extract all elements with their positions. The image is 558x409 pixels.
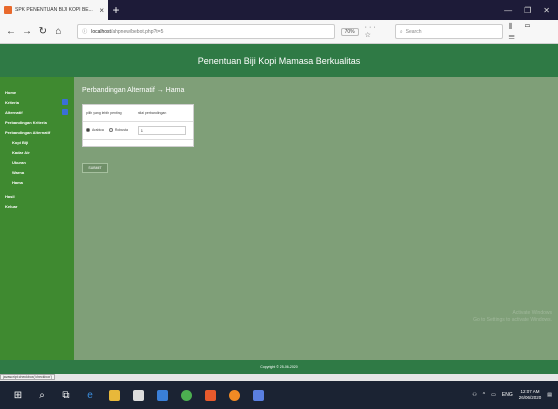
- choice-cell: Arabica Robusta: [83, 121, 135, 140]
- sidebar-subitem-kopi-biji[interactable]: Kopi Biji: [0, 137, 74, 147]
- sidebar-item-label: Ukuran: [12, 160, 26, 165]
- radio-arabica[interactable]: [86, 128, 90, 133]
- badge-icon: [62, 99, 68, 105]
- url-host: localhost: [91, 28, 111, 35]
- badge-icon: [62, 109, 68, 115]
- table-row: Arabica Robusta 1: [83, 121, 193, 140]
- zoom-level[interactable]: 70%: [340, 27, 359, 36]
- sidebar-item-hasil[interactable]: Hasil: [0, 191, 74, 201]
- search-placeholder: Search: [405, 28, 422, 35]
- watermark-line: Activate Windows: [512, 310, 552, 316]
- main-content: Perbandingan Alternatif → Hama pilih yan…: [74, 77, 558, 360]
- sidebar-subitem-hama[interactable]: Hama: [0, 177, 74, 187]
- sidebar-item-perbandingan-alternatif[interactable]: Perbandingan Alternatif: [0, 127, 74, 137]
- window-controls: — ❐ ✕: [504, 0, 558, 20]
- taskbar: ⊞ ⌕ ⧉ e ⚇ ^ ▭ ENG 12:07 AM 26/06/2020 ▤: [0, 381, 558, 409]
- sidebar-item-kriteria[interactable]: Kriteria: [0, 97, 74, 107]
- sidebar-item-label: Kadar Air: [12, 150, 30, 155]
- submit-button[interactable]: SUBMIT: [82, 163, 108, 173]
- status-text: javascript:checkbox('checkbox'): [0, 374, 55, 380]
- page-title: Penentuan Biji Kopi Mamasa Berkualitas: [197, 55, 361, 66]
- content-heading: Perbandingan Alternatif → Hama: [82, 87, 185, 94]
- sidebar-item-label: Hasil: [5, 194, 15, 199]
- radio-robusta[interactable]: [108, 128, 113, 133]
- column-header: nilai perbandingan: [134, 105, 193, 122]
- sidebar-item-label: Keluar: [5, 204, 18, 209]
- comparison-value-input[interactable]: 1: [137, 125, 186, 135]
- page-actions-icon[interactable]: ··· ☆: [365, 24, 389, 39]
- firefox-icon[interactable]: [222, 384, 246, 406]
- sidebar-item-keluar[interactable]: Keluar: [0, 201, 74, 211]
- network-icon[interactable]: ▭: [491, 392, 496, 398]
- home-icon[interactable]: ⌂: [54, 26, 64, 37]
- sidebar-subitem-ukuran[interactable]: Ukuran: [0, 157, 74, 167]
- language-indicator[interactable]: ENG: [502, 392, 513, 398]
- search-icon[interactable]: ⌕: [30, 384, 54, 406]
- option-label: Arabica: [92, 127, 104, 132]
- favicon-icon: [4, 6, 12, 14]
- sidebar-subitem-warna[interactable]: Warna: [0, 167, 74, 177]
- sidebar-item-label: Warna: [12, 170, 25, 175]
- sidebar-item-home[interactable]: Home: [0, 87, 74, 97]
- page-footer: Copyright © 25-06-2020: [0, 360, 558, 374]
- sidebar-item-label: Hama: [12, 180, 23, 185]
- notification-icon[interactable]: ▤: [547, 392, 552, 398]
- table-header-row: pilih yang lebih penting nilai perbandin…: [83, 105, 193, 122]
- url-bar[interactable]: ⓘ localhost/ahpnew/bebot.php?t=5: [77, 24, 335, 39]
- file-explorer-icon[interactable]: [102, 384, 126, 406]
- close-window-icon[interactable]: ✕: [543, 6, 550, 15]
- mail-icon[interactable]: [150, 384, 174, 406]
- sidebar-item-label: Home: [5, 90, 17, 95]
- back-icon[interactable]: ←: [6, 26, 16, 37]
- clock[interactable]: 12:07 AM 26/06/2020: [519, 389, 542, 401]
- page-header: Penentuan Biji Kopi Mamasa Berkualitas: [0, 44, 558, 77]
- toolbar-icons[interactable]: ⫴ ▭ ☰: [509, 22, 552, 42]
- people-icon[interactable]: ⚇: [472, 392, 476, 398]
- sidebar-item-perbandingan-kriteria[interactable]: Perbandingan Kriteria: [0, 117, 74, 127]
- start-icon[interactable]: ⊞: [6, 384, 30, 406]
- new-tab-button[interactable]: +: [108, 0, 124, 20]
- edge-icon[interactable]: e: [78, 384, 102, 406]
- comparison-table: pilih yang lebih penting nilai perbandin…: [83, 105, 193, 140]
- sidebar-item-alternatif[interactable]: Alternatif: [0, 107, 74, 117]
- watermark-line: Go to Settings to activate Windows.: [473, 317, 552, 323]
- browser-tab-bar: SPK PENENTUAN BIJI KOPI BE... × + — ❐ ✕: [0, 0, 558, 20]
- minimize-icon[interactable]: —: [504, 6, 512, 15]
- search-icon: ⌕: [399, 28, 403, 35]
- chrome-icon[interactable]: [174, 384, 198, 406]
- sidebar: Home Kriteria Alternatif Perbandingan Kr…: [0, 77, 74, 360]
- comparison-form: pilih yang lebih penting nilai perbandin…: [82, 104, 194, 147]
- sidebar-item-label: Kopi Biji: [12, 140, 29, 145]
- sidebar-subitem-kadar-air[interactable]: Kadar Air: [0, 147, 74, 157]
- clock-date: 26/06/2020: [518, 395, 542, 400]
- column-header: pilih yang lebih penting: [83, 105, 135, 122]
- web-page: Penentuan Biji Kopi Mamasa Berkualitas H…: [0, 44, 558, 374]
- url-path: /ahpnew/bebot.php?t=5: [110, 28, 164, 35]
- maximize-icon[interactable]: ❐: [524, 6, 531, 15]
- system-tray: ⚇ ^ ▭ ENG 12:07 AM 26/06/2020 ▤: [472, 389, 552, 401]
- chevron-up-icon[interactable]: ^: [483, 392, 485, 398]
- close-tab-icon[interactable]: ×: [99, 6, 104, 15]
- navigation-bar: ← → ↻ ⌂ ⓘ localhost/ahpnew/bebot.php?t=5…: [0, 20, 558, 44]
- tab-title: SPK PENENTUAN BIJI KOPI BE...: [15, 7, 93, 13]
- option-label: Robusta: [114, 127, 128, 132]
- status-line: javascript:checkbox('checkbox'): [0, 374, 558, 381]
- value-cell: 1: [134, 121, 193, 140]
- store-icon[interactable]: [126, 384, 150, 406]
- sidebar-item-label: Perbandingan Alternatif: [5, 130, 51, 135]
- activation-watermark: Activate Windows Go to Settings to activ…: [473, 310, 552, 324]
- copyright-text: Copyright © 25-06-2020: [260, 365, 298, 369]
- sidebar-item-label: Kriteria: [5, 100, 20, 105]
- search-input[interactable]: ⌕ Search: [394, 24, 503, 39]
- info-icon[interactable]: ⓘ: [82, 28, 87, 35]
- reload-icon[interactable]: ↻: [38, 26, 48, 37]
- sidebar-item-label: Perbandingan Kriteria: [5, 120, 47, 125]
- sidebar-item-label: Alternatif: [5, 110, 23, 115]
- forward-icon[interactable]: →: [22, 26, 32, 37]
- task-view-icon[interactable]: ⧉: [54, 384, 78, 406]
- browser-tab[interactable]: SPK PENENTUAN BIJI KOPI BE... ×: [0, 0, 108, 20]
- app-icon[interactable]: [246, 384, 270, 406]
- app-icon[interactable]: [198, 384, 222, 406]
